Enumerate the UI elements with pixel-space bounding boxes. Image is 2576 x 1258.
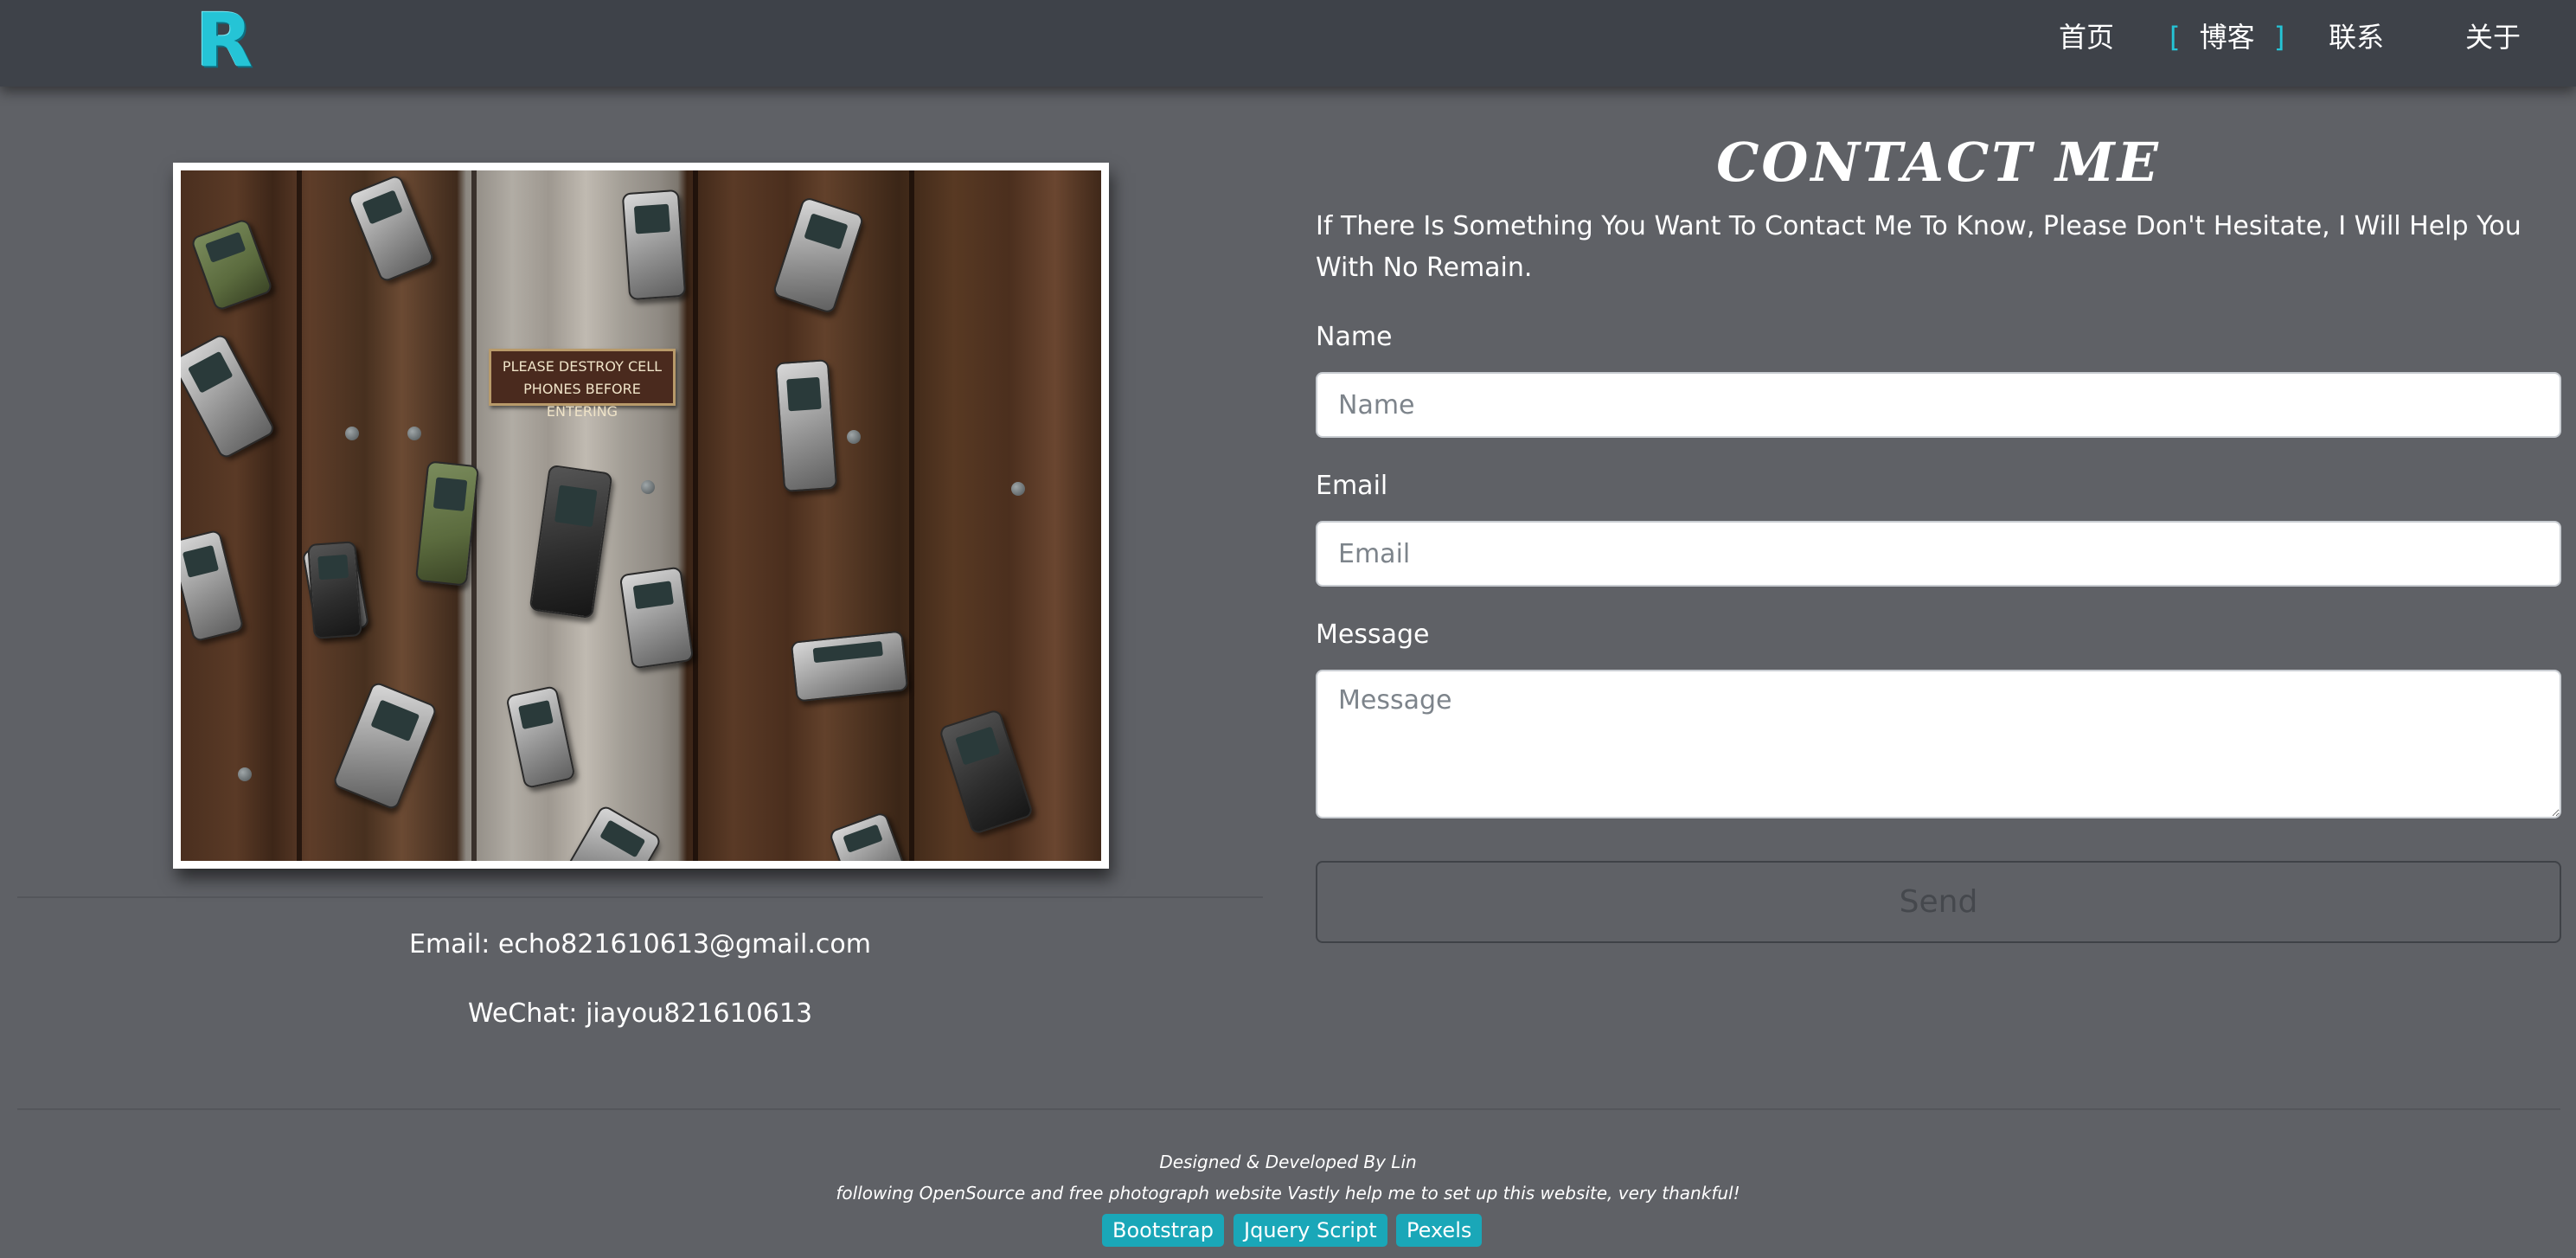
phone-image — [774, 359, 838, 492]
phone-image — [189, 217, 274, 312]
photo-frame: PLEASE DESTROY CELL PHONES BEFORE ENTERI… — [173, 163, 1109, 869]
active-bracket-left: [ — [2169, 21, 2181, 54]
nav-item-blog-label: 博客 — [2199, 21, 2255, 54]
name-input[interactable] — [1316, 372, 2561, 438]
phone-image — [414, 460, 480, 587]
nav-item-home[interactable]: 首页 — [2059, 16, 2114, 59]
send-button[interactable]: Send — [1316, 861, 2561, 943]
footer-thanks: following OpenSource and free photograph… — [836, 1183, 1740, 1203]
info-divider — [17, 896, 1263, 898]
sign-line-1: PLEASE DESTROY CELL — [502, 358, 663, 375]
footer-divider — [17, 1108, 2560, 1110]
site-logo[interactable]: R — [195, 2, 253, 80]
phone-image — [181, 529, 245, 643]
badge-bootstrap[interactable]: Bootstrap — [1102, 1214, 1224, 1247]
plank-seam — [909, 170, 914, 861]
phone-image — [772, 196, 865, 315]
name-label: Name — [1316, 322, 1393, 352]
phone-image — [331, 680, 439, 812]
phone-image — [181, 332, 277, 460]
phone-image — [563, 804, 663, 861]
plank-seam — [297, 170, 302, 861]
phone-image — [621, 189, 687, 301]
nail — [847, 430, 861, 444]
destroy-phones-sign: PLEASE DESTROY CELL PHONES BEFORE ENTERI… — [489, 349, 676, 420]
contact-intro: If There Is Something You Want To Contac… — [1316, 211, 2522, 283]
badge-pexels[interactable]: Pexels — [1396, 1214, 1483, 1247]
active-bracket-right: ] — [2273, 21, 2285, 54]
footer-credit: Designed & Developed By Lin — [1159, 1152, 1417, 1172]
email-label: Email — [1316, 471, 1388, 501]
contact-email: Email: echo821610613@gmail.com — [409, 929, 871, 960]
nav-item-blog[interactable]: [ 博客 ] — [2169, 16, 2284, 59]
contact-wechat: WeChat: jiayou821610613 — [467, 998, 813, 1029]
cell-phones-photo: PLEASE DESTROY CELL PHONES BEFORE ENTERI… — [181, 170, 1101, 861]
phone-image — [346, 173, 436, 284]
nav-item-about[interactable]: 关于 — [2465, 16, 2521, 59]
badge-jquery-script[interactable]: Jquery Script — [1234, 1214, 1387, 1247]
nav-item-about-label: 关于 — [2465, 21, 2522, 54]
page-title: CONTACT ME — [1716, 131, 2161, 194]
message-textarea[interactable] — [1316, 670, 2561, 818]
sign-line-2: PHONES BEFORE ENTERING — [523, 381, 641, 420]
phone-image — [790, 630, 909, 703]
phone-image — [618, 566, 695, 670]
nail — [345, 427, 359, 440]
nail — [1011, 482, 1025, 496]
nav-item-contact-label: 联系 — [2329, 21, 2385, 54]
navbar: R 首页 [ 博客 ] 联系 关于 — [0, 0, 2576, 87]
phone-image — [938, 708, 1035, 836]
nail — [641, 480, 655, 494]
page: R 首页 [ 博客 ] 联系 关于 PLEASE DESTROY CELL PH… — [0, 0, 2576, 1258]
message-label: Message — [1316, 619, 1430, 650]
nav-item-contact[interactable]: 联系 — [2329, 16, 2384, 59]
nail — [238, 767, 252, 781]
nail — [407, 427, 421, 440]
nav-item-home-label: 首页 — [2059, 21, 2115, 54]
plank-seam — [693, 170, 698, 861]
email-input[interactable] — [1316, 521, 2561, 587]
phone-image — [307, 541, 362, 639]
phone-image — [505, 684, 576, 790]
phone-image — [828, 811, 909, 861]
phone-image — [529, 464, 613, 619]
